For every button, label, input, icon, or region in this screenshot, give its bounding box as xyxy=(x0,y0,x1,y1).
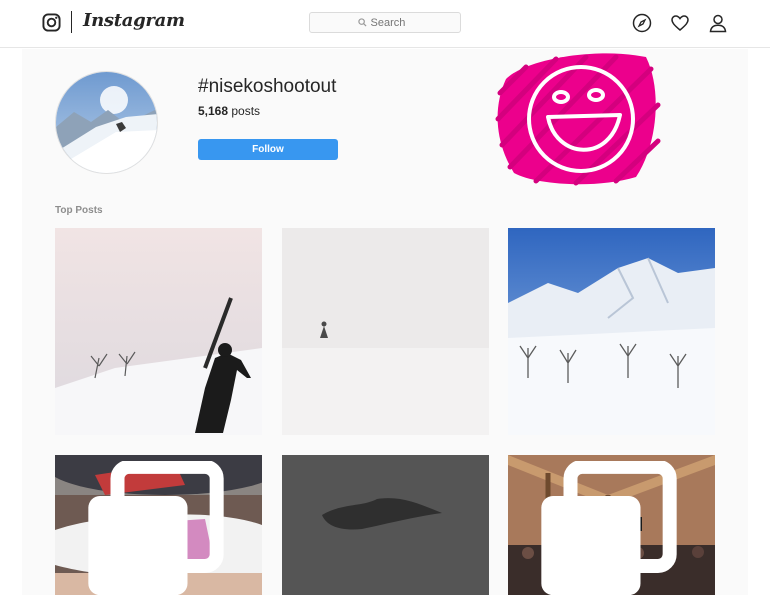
search-icon xyxy=(357,18,367,27)
instagram-icon[interactable] xyxy=(42,13,61,32)
post-tile-3[interactable] xyxy=(508,228,715,435)
hashtag-page: #nisekoshootout 5,168 posts Follow Top P… xyxy=(22,49,748,595)
post-tile-4[interactable] xyxy=(55,455,262,595)
post-tile-5[interactable] xyxy=(282,455,489,595)
post-tile-6[interactable] xyxy=(508,455,715,595)
search-input[interactable] xyxy=(370,16,413,29)
logo-divider xyxy=(71,11,72,33)
top-nav-bar: Instagram xyxy=(0,0,770,48)
post-count: 5,168 posts xyxy=(198,104,260,118)
smiley-sticker-icon xyxy=(495,53,661,186)
follow-button[interactable]: Follow xyxy=(198,139,338,160)
post-tile-2[interactable] xyxy=(282,228,489,435)
post-count-suffix: posts xyxy=(228,104,261,118)
compass-icon[interactable] xyxy=(632,13,652,33)
heart-icon[interactable] xyxy=(670,13,690,33)
multiple-images-icon xyxy=(88,461,224,595)
hashtag-title: #nisekoshootout xyxy=(198,76,337,97)
post-tile-1[interactable] xyxy=(55,228,262,435)
instagram-wordmark[interactable]: Instagram xyxy=(83,10,185,31)
profile-icon[interactable] xyxy=(708,13,728,33)
search-box[interactable] xyxy=(309,12,461,33)
multiple-images-icon xyxy=(541,461,677,595)
hashtag-avatar xyxy=(55,71,158,174)
top-posts-heading: Top Posts xyxy=(55,205,103,216)
post-count-number: 5,168 xyxy=(198,104,229,118)
